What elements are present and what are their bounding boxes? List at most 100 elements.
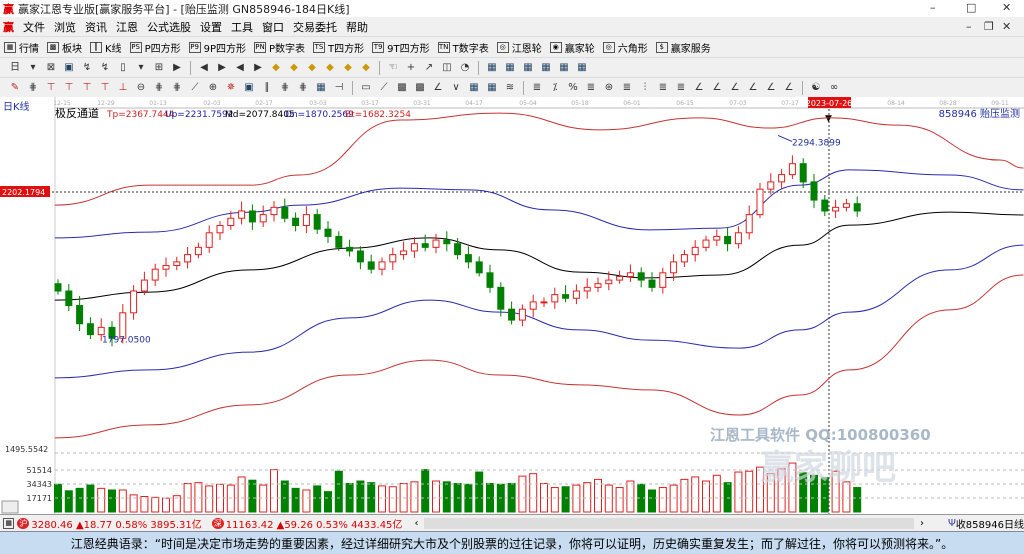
grid-icon[interactable]: ▦	[3, 517, 15, 529]
tool-icon[interactable]: ⋕	[153, 82, 165, 94]
tool-icon[interactable]: ⁒	[549, 82, 561, 94]
menu-item[interactable]: 交易委托	[293, 19, 337, 35]
tool-icon[interactable]: ▶	[252, 62, 264, 74]
tool-icon[interactable]: ⊠	[45, 62, 57, 74]
tool-icon[interactable]: ▭	[360, 82, 372, 94]
collapse-button[interactable]	[1, 500, 19, 514]
maximize-button[interactable]: □	[966, 1, 976, 14]
mdi-close-button[interactable]: ✕	[1002, 20, 1011, 33]
tool-icon[interactable]: ↯	[81, 62, 93, 74]
tool-icon[interactable]: ⊤	[81, 82, 93, 94]
tool-icon[interactable]: ▦	[558, 62, 570, 74]
tool-icon[interactable]: ∠	[765, 82, 777, 94]
tool-icon[interactable]: ⟋	[378, 82, 390, 94]
tool-icon[interactable]: ▦	[486, 82, 498, 94]
tool-icon[interactable]: ⊛	[603, 82, 615, 94]
tool-icon[interactable]: ◆	[342, 62, 354, 74]
tool-icon[interactable]: ∠	[711, 82, 723, 94]
menu-item[interactable]: 窗口	[262, 19, 284, 35]
toolbar-button[interactable]: PS P四方形	[129, 40, 181, 55]
tool-icon[interactable]: ◆	[288, 62, 300, 74]
tool-icon[interactable]: ▦	[504, 62, 516, 74]
tool-icon[interactable]: ▾	[135, 62, 147, 74]
tool-icon[interactable]: ≣	[585, 82, 597, 94]
tool-icon[interactable]: ⊤	[63, 82, 75, 94]
tool-icon[interactable]: ≣	[531, 82, 543, 94]
tool-icon[interactable]: ∠	[729, 82, 741, 94]
toolbar-button[interactable]: ◎ 六角形	[602, 40, 648, 55]
toolbar-button[interactable]: PN P数字表	[254, 40, 305, 55]
tool-icon[interactable]: ∠	[693, 82, 705, 94]
tool-icon[interactable]: ▶	[171, 62, 183, 74]
tool-icon[interactable]: ▾	[27, 62, 39, 74]
tool-icon[interactable]: +	[405, 62, 417, 74]
tool-icon[interactable]: ∠	[747, 82, 759, 94]
tool-icon[interactable]: ∥	[261, 82, 273, 94]
toolbar-button[interactable]: ┃ K线	[90, 40, 122, 55]
tool-icon[interactable]: ⋕	[297, 82, 309, 94]
menu-item[interactable]: 浏览	[54, 19, 76, 35]
scroll-right-button[interactable]: ›	[920, 518, 924, 529]
tool-icon[interactable]: ☯	[810, 82, 822, 94]
tool-icon[interactable]: ⊣	[333, 82, 345, 94]
tool-icon[interactable]: ⊞	[153, 62, 165, 74]
toolbar-button[interactable]: TS T四方形	[313, 40, 364, 55]
tool-icon[interactable]: ◆	[324, 62, 336, 74]
tool-icon[interactable]: ▦	[522, 62, 534, 74]
menu-item[interactable]: 江恩	[116, 19, 138, 35]
toolbar-button[interactable]: T9 9T四方形	[372, 40, 430, 55]
menu-item[interactable]: 设置	[200, 19, 222, 35]
tool-icon[interactable]: ◀	[198, 62, 210, 74]
menu-item[interactable]: 资讯	[85, 19, 107, 35]
toolbar-button[interactable]: ◎ 江恩轮	[496, 40, 542, 55]
toolbar-button[interactable]: P9 9P四方形	[188, 40, 246, 55]
toolbar-button[interactable]: ▦ 行情	[4, 40, 39, 55]
tool-icon[interactable]: ◀	[234, 62, 246, 74]
tool-icon[interactable]: ⊕	[207, 82, 219, 94]
tool-icon[interactable]: ▩	[414, 82, 426, 94]
tool-icon[interactable]: ◆	[270, 62, 282, 74]
menu-item[interactable]: 文件	[23, 19, 45, 35]
tool-icon[interactable]: ⊤	[99, 82, 111, 94]
toolbar-button[interactable]: ◉ 赢家轮	[549, 40, 595, 55]
toolbar-button[interactable]: ▩ 板块	[47, 40, 82, 55]
tool-icon[interactable]: ⋕	[171, 82, 183, 94]
tool-icon[interactable]: ∨	[450, 82, 462, 94]
menu-item[interactable]: 工具	[231, 19, 253, 35]
minimize-button[interactable]: –	[930, 1, 936, 14]
tool-icon[interactable]: ⊥	[117, 82, 129, 94]
close-button[interactable]: ✕	[1002, 1, 1011, 14]
tool-icon[interactable]: ▶	[216, 62, 228, 74]
scroll-left-button[interactable]: ‹	[414, 518, 418, 529]
tool-icon[interactable]: ☜	[387, 62, 399, 74]
tool-icon[interactable]: ⫶	[639, 82, 651, 94]
tool-icon[interactable]: ≣	[657, 82, 669, 94]
tool-icon[interactable]: ↯	[99, 62, 111, 74]
tool-icon[interactable]: 日	[9, 62, 21, 74]
tool-icon[interactable]: ≣	[621, 82, 633, 94]
tool-icon[interactable]: ✎	[9, 82, 21, 94]
tool-icon[interactable]: ◔	[459, 62, 471, 74]
mdi-minimize-button[interactable]: –	[966, 20, 972, 33]
tool-icon[interactable]: ∠	[783, 82, 795, 94]
tool-icon[interactable]: ▦	[486, 62, 498, 74]
tool-icon[interactable]: ↗	[423, 62, 435, 74]
tool-icon[interactable]: ∞	[828, 82, 840, 94]
horizontal-scrollbar[interactable]	[424, 517, 914, 529]
tool-icon[interactable]: ▦	[315, 82, 327, 94]
tool-icon[interactable]: ▦	[468, 82, 480, 94]
tool-icon[interactable]: ▣	[243, 82, 255, 94]
tool-icon[interactable]: ⊤	[45, 82, 57, 94]
mdi-restore-button[interactable]: ❐	[984, 20, 994, 33]
tool-icon[interactable]: ▣	[63, 62, 75, 74]
tool-icon[interactable]: ◆	[306, 62, 318, 74]
toolbar-button[interactable]: TN T数字表	[437, 40, 489, 55]
tool-icon[interactable]: ∠	[432, 82, 444, 94]
tool-icon[interactable]: ⊖	[135, 82, 147, 94]
menu-item[interactable]: 帮助	[346, 19, 368, 35]
kline-chart[interactable]: 日K线 12-15 12-29 01-13 02-03 02-17 03-03 03-17 03…	[0, 97, 1024, 514]
tool-icon[interactable]: ≋	[504, 82, 516, 94]
tool-icon[interactable]: ◫	[441, 62, 453, 74]
tool-icon[interactable]: ◆	[360, 62, 372, 74]
tool-icon[interactable]: ▩	[396, 82, 408, 94]
